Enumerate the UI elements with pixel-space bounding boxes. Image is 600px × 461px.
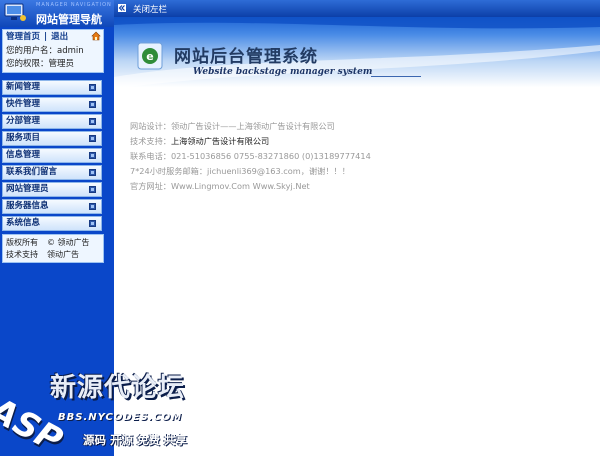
info-email-row: 7*24小时服务邮箱：jichuenli369@163.com，谢谢！！！ <box>130 164 371 179</box>
watermark-tags: 源码 开源 免费 共享 <box>83 432 191 448</box>
support-label: 技术支持： <box>130 136 171 146</box>
expand-icon <box>89 118 96 125</box>
menu-item-label: 分部管理 <box>6 116 41 126</box>
watermark-tag: 免费 <box>137 433 160 447</box>
ie-globe-icon: e <box>137 42 163 70</box>
menu-item-label: 快件管理 <box>6 99 41 109</box>
email-value: jichuenli369@163.com，谢谢！！！ <box>207 166 350 176</box>
expand-icon <box>89 186 96 193</box>
nav-menu: 新闻管理 快件管理 分部管理 服务项目 信息管理 联系我们留言 网站管理员 服务… <box>2 80 102 233</box>
monitor-logo-icon <box>4 3 26 21</box>
watermark: ASP 新源代论坛 BBS.NYCODES.COM 源码 开源 免费 共享 <box>0 360 210 461</box>
username-value: admin <box>57 46 84 56</box>
info-support-row: 技术支持：上海领动广告设计有限公司 <box>130 134 371 149</box>
sidebar-footer: 版权所有 © 领动广告 技术支持 领动广告 <box>2 234 104 263</box>
support-label: 技术支持 <box>6 250 38 259</box>
support-value: 上海领动广告设计有限公司 <box>170 136 270 146</box>
info-website-row: 官方网址：Www.Lingmov.Com Www.Skyj.Net <box>130 179 371 194</box>
menu-item-label: 联系我们留言 <box>6 167 58 177</box>
permission-row: 您的权限：管理员 <box>6 59 74 70</box>
watermark-tag: 共享 <box>164 433 187 447</box>
watermark-title: 新源代论坛 <box>50 373 186 403</box>
admin-home-link[interactable]: 管理首页 <box>6 32 40 42</box>
username-label: 您的用户名： <box>6 46 58 56</box>
copyright-row: 版权所有 © 领动广告 <box>6 237 90 248</box>
sidebar-header: MANAGER NAVIGATION 网站管理导航 <box>0 0 114 27</box>
menu-item-label: 服务器信息 <box>6 201 49 211</box>
expand-icon <box>89 203 96 210</box>
copyright-label: 版权所有 <box>6 238 38 247</box>
menu-item-label: 网站管理员 <box>6 184 49 194</box>
expand-icon <box>89 101 96 108</box>
watermark-url: BBS.NYCODES.COM <box>58 412 183 423</box>
menu-item-label: 信息管理 <box>6 150 41 160</box>
design-label: 网站设计： <box>130 121 171 131</box>
expand-icon <box>89 152 96 159</box>
website-value: Www.Lingmov.Com Www.Skyj.Net <box>170 181 310 191</box>
menu-item-label: 服务项目 <box>6 133 41 143</box>
home-icon[interactable] <box>91 31 101 41</box>
menu-item-label: 新闻管理 <box>6 82 41 92</box>
banner: e 网站后台管理系统 Website backstage manager sys… <box>114 17 600 97</box>
collapse-left-icon[interactable] <box>118 4 126 12</box>
permission-value: 管理员 <box>48 59 75 69</box>
design-value: 领动广告设计——上海领动广告设计有限公司 <box>170 121 335 131</box>
main-topbar: 关闭左栏 <box>114 0 600 17</box>
expand-icon <box>89 135 96 142</box>
menu-item-label: 系统信息 <box>6 218 41 228</box>
support-value: 领动广告 <box>47 250 79 259</box>
svg-text:e: e <box>146 50 153 63</box>
phone-value: 021-51036856 0755-83271860 (0)1318977741… <box>170 151 371 161</box>
email-label: 7*24小时服务邮箱： <box>130 166 208 176</box>
support-row: 技术支持 领动广告 <box>6 249 79 260</box>
user-panel-links: 管理首页 | 退出 <box>6 32 69 42</box>
copyright-value: © 领动广告 <box>47 238 90 247</box>
menu-item-express[interactable]: 快件管理 <box>2 97 102 112</box>
site-info: 网站设计：领动广告设计——上海领动广告设计有限公司 技术支持：上海领动广告设计有… <box>130 119 371 194</box>
menu-item-admins[interactable]: 网站管理员 <box>2 182 102 197</box>
menu-item-news[interactable]: 新闻管理 <box>2 80 102 95</box>
menu-item-messages[interactable]: 联系我们留言 <box>2 165 102 180</box>
permission-label: 您的权限： <box>6 59 49 69</box>
menu-item-server[interactable]: 服务器信息 <box>2 199 102 214</box>
website-label: 官方网址： <box>130 181 171 191</box>
username-row: 您的用户名：admin <box>6 46 84 57</box>
logo-subtitle: MANAGER NAVIGATION <box>36 2 112 8</box>
banner-subtitle: Website backstage manager system <box>193 67 373 77</box>
expand-icon <box>89 169 96 176</box>
menu-item-system[interactable]: 系统信息 <box>2 216 102 231</box>
menu-item-branches[interactable]: 分部管理 <box>2 114 102 129</box>
menu-item-services[interactable]: 服务项目 <box>2 131 102 146</box>
menu-item-info[interactable]: 信息管理 <box>2 148 102 163</box>
info-phone-row: 联系电话：021-51036856 0755-83271860 (0)13189… <box>130 149 371 164</box>
banner-title: 网站后台管理系统 <box>174 47 318 67</box>
user-panel: 管理首页 | 退出 您的用户名：admin 您的权限：管理员 <box>2 29 104 73</box>
watermark-tag: 源码 <box>83 433 106 447</box>
banner-underline <box>371 76 421 77</box>
info-design-row: 网站设计：领动广告设计——上海领动广告设计有限公司 <box>130 119 371 134</box>
collapse-sidebar-link[interactable]: 关闭左栏 <box>133 3 167 15</box>
logout-link[interactable]: 退出 <box>51 32 68 42</box>
logo-title: 网站管理导航 <box>36 13 102 26</box>
expand-icon <box>89 220 96 227</box>
phone-label: 联系电话： <box>130 151 171 161</box>
watermark-tag: 开源 <box>110 433 133 447</box>
expand-icon <box>89 84 96 91</box>
